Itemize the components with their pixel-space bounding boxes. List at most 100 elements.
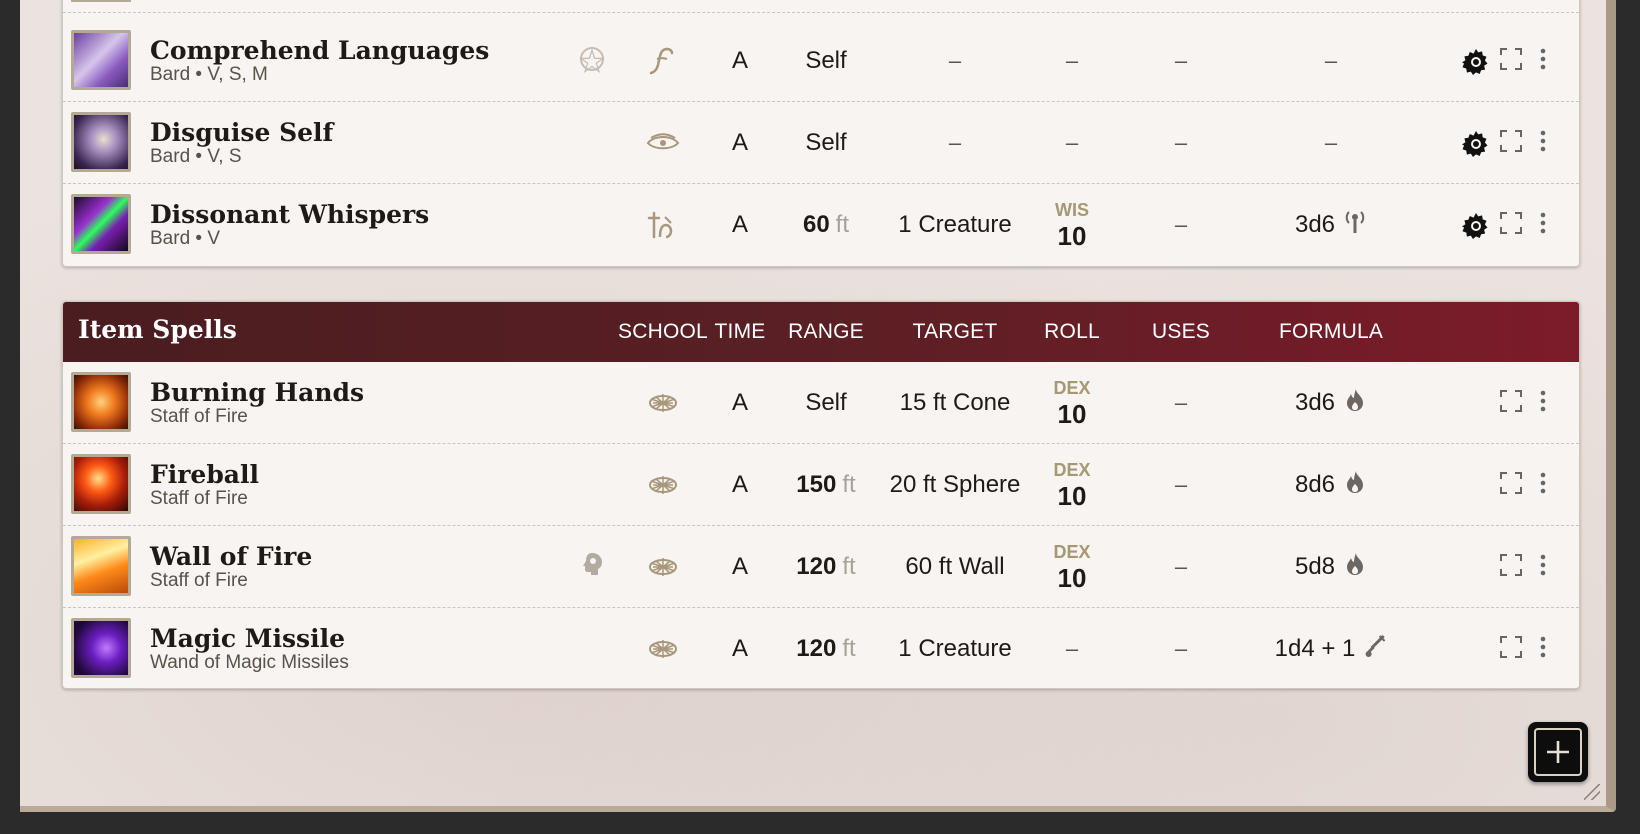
more-options-icon[interactable] — [1539, 635, 1547, 659]
more-options-icon[interactable] — [1539, 471, 1547, 495]
column-header-range[interactable]: RANGE — [788, 320, 864, 344]
spell-name[interactable]: Comprehend Languages — [150, 36, 489, 65]
column-header-target[interactable]: TARGET — [913, 320, 998, 344]
roll-dc: 10 — [1057, 399, 1087, 429]
more-options-icon[interactable] — [1539, 389, 1547, 413]
formula-cell[interactable]: 8d6 — [1295, 444, 1367, 526]
formula-cell[interactable]: – — [1325, 20, 1337, 102]
spell-thumbnail — [71, 0, 131, 2]
formula-cell[interactable]: 3d6 — [1295, 362, 1367, 444]
expand-icon[interactable] — [1500, 472, 1522, 494]
formula-cell[interactable]: 5d8 — [1295, 526, 1367, 608]
spell-thumbnail[interactable] — [71, 30, 131, 90]
range-unit: ft — [842, 635, 856, 662]
more-options-icon[interactable] — [1539, 553, 1547, 577]
expand-icon[interactable] — [1500, 636, 1522, 658]
roll-cell[interactable]: – — [1066, 102, 1078, 184]
roll-dc: 10 — [1057, 563, 1087, 593]
expand-icon[interactable] — [1500, 390, 1522, 412]
formula-cell[interactable]: 3d6 — [1295, 184, 1367, 266]
spell-thumbnail[interactable] — [71, 454, 131, 514]
roll-cell[interactable]: DEX 10 — [1053, 526, 1090, 608]
spell-name[interactable]: Disguise Self — [150, 118, 333, 147]
spell-row[interactable]: Wall of Fire Staff of Fire A 120 ft 60 ft… — [63, 526, 1579, 608]
spell-row[interactable]: Fireball Staff of Fire A 150 ft 20 ft Sph… — [63, 444, 1579, 526]
roll-ability: WIS — [1055, 200, 1089, 220]
spell-name[interactable]: Fireball — [150, 460, 259, 489]
gear-icon[interactable] — [1461, 129, 1491, 159]
roll-cell[interactable]: WIS 10 — [1055, 184, 1089, 266]
spell-row[interactable]: Comprehend Languages Bard • V, S, M A Se… — [63, 20, 1579, 102]
roll-dc: 10 — [1057, 221, 1087, 251]
target-cell: 20 ft Sphere — [889, 471, 1021, 498]
force-damage-icon — [1363, 633, 1387, 666]
uses-cell: – — [1174, 212, 1188, 237]
uses-cell: – — [1174, 390, 1188, 415]
range-cell: Self — [805, 20, 846, 102]
column-header-formula[interactable]: FORMULA — [1279, 320, 1383, 344]
spell-row[interactable]: Burning Hands Staff of Fire A Self 15 ft… — [63, 362, 1579, 444]
formula-value: 5d8 — [1294, 553, 1336, 580]
spell-row[interactable]: Magic Missile Wand of Magic Missiles A 1… — [63, 608, 1579, 690]
spell-thumbnail[interactable] — [71, 372, 131, 432]
range-value: 60 — [802, 211, 830, 238]
casting-time: A — [731, 129, 749, 156]
formula-cell[interactable]: 1d4 + 1 — [1275, 608, 1388, 690]
column-header-uses[interactable]: USES — [1152, 320, 1210, 344]
evocation-icon — [645, 608, 681, 690]
uses-cell: – — [1174, 636, 1188, 661]
roll-cell[interactable]: – — [1066, 20, 1078, 102]
spell-thumbnail[interactable] — [71, 536, 131, 596]
casting-time: A — [731, 471, 749, 498]
range-unit: ft — [842, 471, 856, 498]
expand-icon[interactable] — [1500, 130, 1522, 152]
spell-source: Staff of Fire — [150, 488, 248, 509]
range-cell: 60 ft — [803, 184, 849, 266]
target-cell: 1 Creature — [898, 635, 1012, 662]
roll-dc: – — [1065, 48, 1079, 73]
range-value: 120 — [796, 553, 837, 580]
expand-icon[interactable] — [1500, 554, 1522, 576]
item-spells-header: Item Spells SCHOOL TIME RANGE TARGET ROL… — [63, 302, 1579, 362]
roll-cell[interactable]: DEX 10 — [1053, 444, 1090, 526]
target-cell: – — [948, 130, 962, 155]
roll-dc: – — [1065, 636, 1079, 661]
section-title: Item Spells — [78, 315, 237, 344]
column-header-roll[interactable]: ROLL — [1044, 320, 1100, 344]
spell-thumbnail[interactable] — [71, 618, 131, 678]
gear-icon[interactable] — [1461, 211, 1491, 241]
target-cell: – — [948, 48, 962, 73]
spell-name[interactable]: Burning Hands — [150, 378, 364, 407]
expand-icon[interactable] — [1500, 48, 1522, 70]
column-header-school[interactable]: SCHOOL — [618, 320, 708, 344]
expand-icon[interactable] — [1500, 212, 1522, 234]
roll-cell[interactable]: – — [1066, 608, 1078, 690]
spell-source: Staff of Fire — [150, 406, 248, 427]
spell-thumbnail[interactable] — [71, 112, 131, 172]
range-value: 150 — [796, 471, 837, 498]
ritual-icon — [577, 44, 607, 74]
spell-source: Wand of Magic Missiles — [150, 652, 349, 673]
casting-time: A — [731, 635, 749, 662]
spell-name[interactable]: Magic Missile — [150, 624, 345, 653]
spell-name[interactable]: Dissonant Whispers — [150, 200, 429, 229]
gear-icon[interactable] — [1461, 47, 1491, 77]
more-options-icon[interactable] — [1539, 47, 1547, 71]
more-options-icon[interactable] — [1539, 129, 1547, 153]
spell-name[interactable]: Wall of Fire — [150, 542, 312, 571]
formula-cell[interactable]: – — [1325, 102, 1337, 184]
range-unit: ft — [842, 553, 856, 580]
more-options-icon[interactable] — [1539, 211, 1547, 235]
column-header-time[interactable]: TIME — [715, 320, 766, 344]
resize-grip[interactable] — [1584, 784, 1600, 800]
add-spell-button[interactable] — [1528, 722, 1588, 782]
illusion-icon — [645, 102, 681, 184]
enchantment-icon — [645, 184, 681, 266]
spell-row[interactable]: Dissonant Whispers Bard • V A 60 ft 1 Cre… — [63, 184, 1579, 266]
casting-time: A — [731, 553, 749, 580]
formula-value: 3d6 — [1294, 211, 1336, 238]
spell-row[interactable]: Disguise Self Bard • V, S A Self – – – – — [63, 102, 1579, 184]
roll-cell[interactable]: DEX 10 — [1053, 362, 1090, 444]
spell-thumbnail[interactable] — [71, 194, 131, 254]
range-value: Self — [805, 129, 847, 156]
